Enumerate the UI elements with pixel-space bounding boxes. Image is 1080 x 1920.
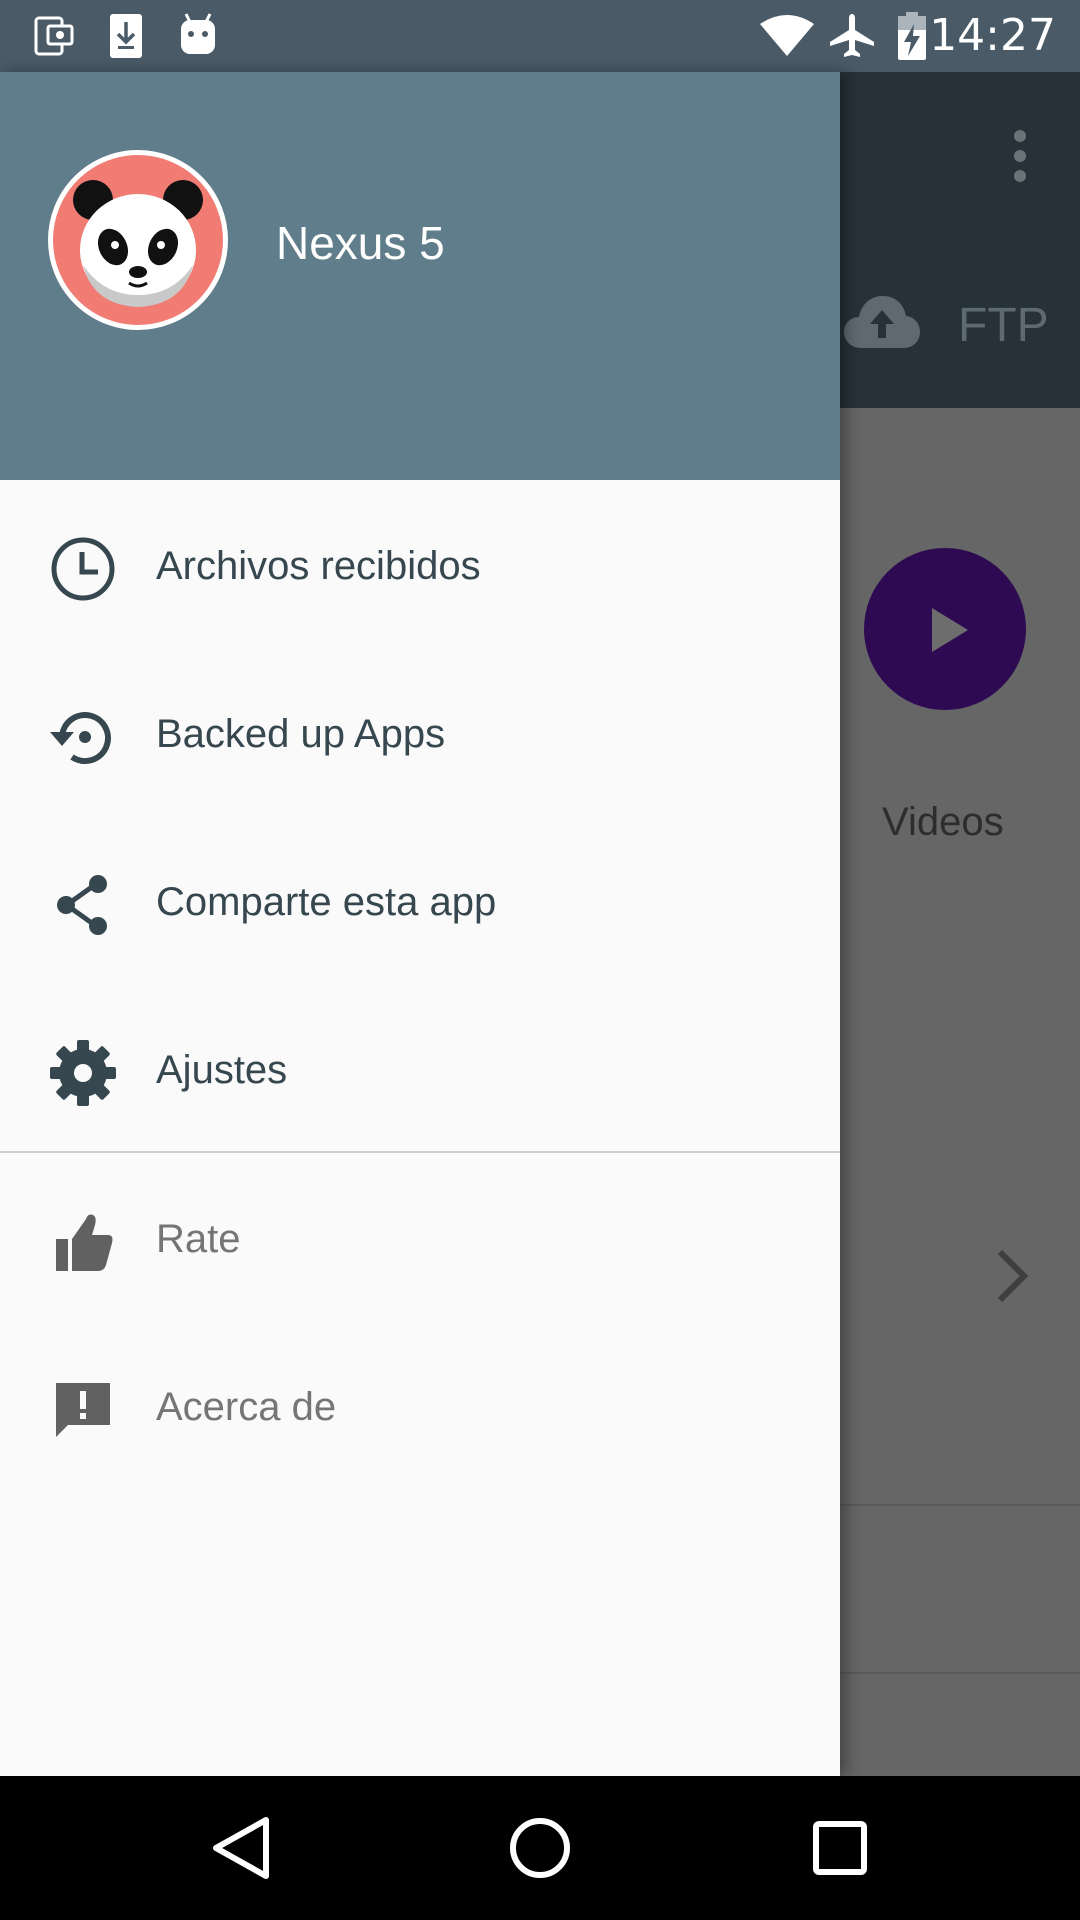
screenshot-icon bbox=[34, 16, 74, 56]
menu-item-label: Backed up Apps bbox=[156, 712, 446, 756]
play-icon bbox=[932, 608, 968, 652]
avatar[interactable] bbox=[48, 150, 228, 330]
chevron-right-icon bbox=[997, 1249, 1029, 1303]
videos-label: Videos bbox=[882, 800, 1004, 844]
videos-button bbox=[864, 548, 1026, 710]
airplane-mode-icon bbox=[830, 14, 874, 57]
share-icon bbox=[57, 875, 107, 935]
status-bar: 14:27 bbox=[0, 0, 1080, 72]
menu-item-ajustes[interactable]: Ajustes bbox=[0, 984, 840, 1152]
restore-icon bbox=[50, 712, 111, 764]
panda-icon bbox=[73, 180, 203, 307]
menu-item-backed-up-apps[interactable]: Backed up Apps bbox=[0, 648, 840, 816]
navigation-drawer: Nexus 5 Archivos recibidos Backed up App… bbox=[0, 72, 840, 1776]
divider bbox=[840, 1504, 1080, 1506]
menu-item-acerca-de[interactable]: Acerca de bbox=[0, 1321, 840, 1489]
device-name: Nexus 5 bbox=[276, 217, 445, 269]
thumb-up-icon bbox=[56, 1214, 113, 1271]
recents-icon[interactable] bbox=[804, 1812, 876, 1884]
download-icon bbox=[110, 14, 142, 58]
menu-item-comparte-esta-app[interactable]: Comparte esta app bbox=[0, 816, 840, 984]
menu-item-rate[interactable]: Rate bbox=[0, 1153, 840, 1321]
wifi-icon bbox=[760, 15, 814, 56]
navigation-bar bbox=[0, 1776, 1080, 1920]
menu-item-label: Rate bbox=[156, 1217, 241, 1261]
menu-item-label: Archivos recibidos bbox=[156, 544, 481, 588]
menu-item-archivos-recibidos[interactable]: Archivos recibidos bbox=[0, 480, 840, 648]
battery-charging-icon bbox=[898, 12, 926, 60]
status-time: 14:27 bbox=[929, 10, 1056, 61]
gear-icon bbox=[50, 1040, 116, 1106]
back-icon[interactable] bbox=[204, 1812, 276, 1884]
android-icon bbox=[181, 13, 215, 54]
overflow-menu-icon bbox=[1014, 130, 1026, 190]
ftp-label: FTP bbox=[958, 299, 1049, 352]
clock-icon bbox=[51, 537, 115, 601]
cloud-upload-icon bbox=[844, 296, 920, 348]
drawer-header: Nexus 5 bbox=[0, 72, 840, 480]
menu-item-label: Comparte esta app bbox=[156, 880, 497, 924]
divider bbox=[840, 1672, 1080, 1674]
feedback-icon bbox=[56, 1383, 110, 1437]
menu-item-label: Ajustes bbox=[156, 1048, 288, 1092]
menu-item-label: Acerca de bbox=[156, 1385, 337, 1429]
home-icon[interactable] bbox=[504, 1812, 576, 1884]
